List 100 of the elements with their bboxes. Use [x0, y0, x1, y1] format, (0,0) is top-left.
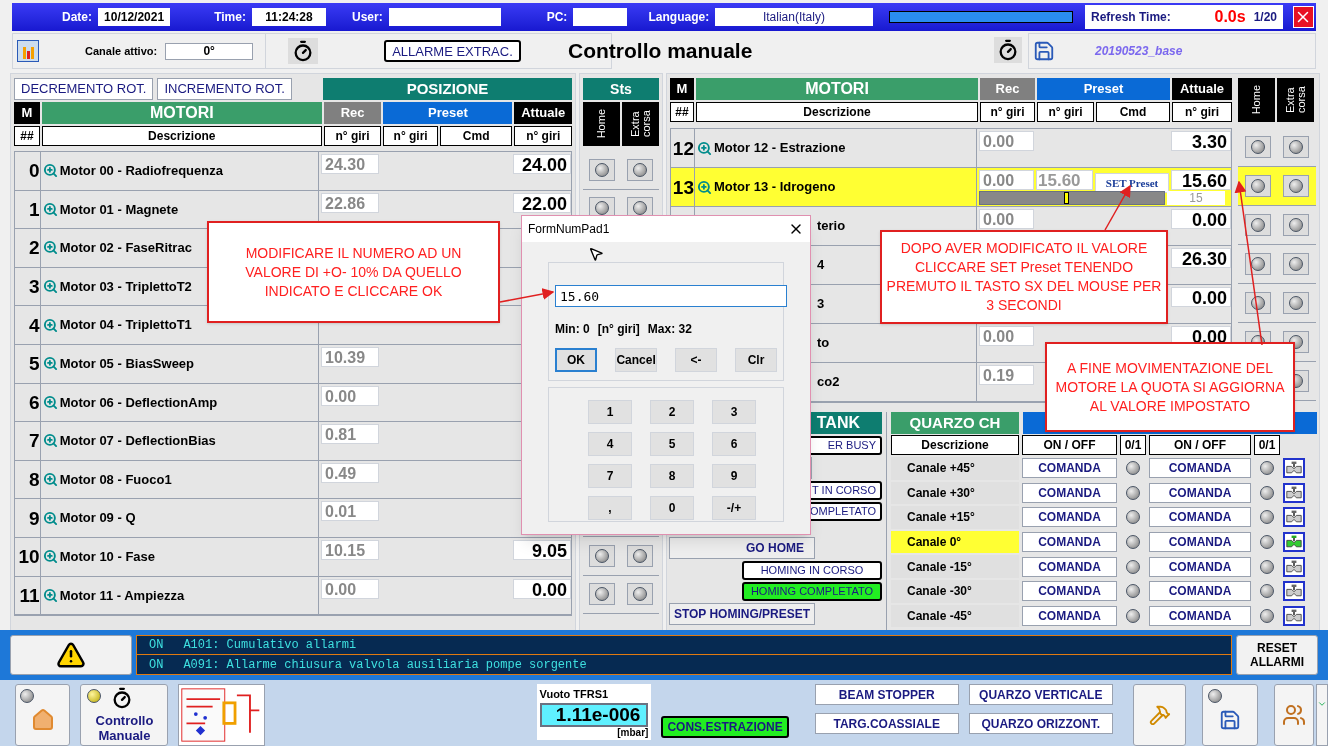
valve-icon[interactable]: [1283, 532, 1305, 553]
actual-value: 3.30: [1171, 131, 1231, 151]
vacuum-unit: [mbar]: [616, 726, 649, 738]
command-button[interactable]: COMANDA: [1022, 482, 1117, 503]
home-button[interactable]: [15, 684, 71, 746]
indicator-lamp-icon: [1289, 140, 1303, 154]
zoom-icon[interactable]: [697, 179, 712, 195]
command-button[interactable]: COMANDA: [1022, 532, 1117, 553]
rec-value: 0.00: [979, 170, 1034, 190]
time-label: Time:: [214, 9, 246, 26]
chart-button[interactable]: [17, 40, 39, 62]
zoom-icon[interactable]: [42, 587, 58, 603]
column-header: n° giri: [323, 126, 382, 146]
channel-label: Canale -45°: [891, 604, 1019, 628]
rotation-button[interactable]: INCREMENTO ROT.: [157, 78, 292, 100]
action-button[interactable]: STOP HOMING/PRESET: [669, 603, 815, 625]
zoom-icon[interactable]: [697, 140, 712, 156]
save-button[interactable]: [1202, 684, 1258, 746]
indicator-lamp-icon: [1251, 257, 1265, 271]
command-button[interactable]: COMANDA: [1149, 458, 1251, 479]
keypad-key[interactable]: 8: [650, 464, 694, 488]
valve-icon[interactable]: [1283, 556, 1305, 577]
column-header: 0/1: [1120, 435, 1146, 455]
command-button[interactable]: COMANDA: [1149, 605, 1251, 626]
pc-field[interactable]: [573, 8, 627, 26]
save-icon[interactable]: [1033, 40, 1055, 62]
layout-thumbnail-drawing[interactable]: [178, 684, 265, 746]
zoom-icon[interactable]: [42, 163, 58, 179]
valve-icon[interactable]: [1283, 605, 1305, 626]
dropdown-button[interactable]: [1316, 684, 1328, 746]
language-field[interactable]: Italian(Italy): [715, 8, 873, 26]
indicator-lamp-icon: [1126, 559, 1140, 574]
preset-slider[interactable]: [979, 191, 1165, 205]
command-button[interactable]: COMANDA: [1149, 532, 1251, 553]
valve-icon[interactable]: [1283, 581, 1305, 602]
navigation-button[interactable]: QUARZO VERTICALE: [968, 684, 1113, 705]
tools-button[interactable]: [1132, 684, 1187, 746]
column-header: n° giri: [980, 102, 1035, 122]
keypad-key[interactable]: ,: [588, 496, 632, 520]
zoom-icon[interactable]: [42, 279, 58, 295]
motor-name: co2: [817, 373, 840, 392]
dialog-button[interactable]: <-: [675, 348, 717, 372]
motor-name: Motor 05 - BiasSweep: [59, 355, 195, 373]
valve-icon[interactable]: [1283, 507, 1305, 528]
navigation-button[interactable]: BEAM STOPPER: [814, 684, 959, 705]
alarm-extraction-button[interactable]: ALLARME EXTRAC.: [384, 40, 521, 62]
command-button[interactable]: COMANDA: [1149, 556, 1251, 577]
zoom-icon[interactable]: [42, 394, 58, 410]
rotation-button[interactable]: DECREMENTO ROT.: [14, 78, 154, 100]
stopwatch-button[interactable]: [994, 37, 1022, 63]
reset-alarms-button[interactable]: RESET ALLARMI: [1236, 635, 1318, 675]
zoom-icon[interactable]: [42, 201, 58, 217]
keypad-key[interactable]: 4: [588, 432, 632, 456]
zoom-icon[interactable]: [42, 510, 58, 526]
keypad-key[interactable]: 7: [588, 464, 632, 488]
command-button[interactable]: COMANDA: [1022, 556, 1117, 577]
indicator-lamp-icon: [633, 548, 647, 563]
valve-icon[interactable]: [1283, 458, 1305, 479]
slider-thumb[interactable]: [1064, 192, 1070, 204]
dialog-button[interactable]: Clr: [735, 348, 777, 372]
keypad-key[interactable]: 0: [650, 496, 694, 520]
keypad-key[interactable]: 3: [712, 400, 756, 424]
keypad-key[interactable]: 6: [712, 432, 756, 456]
stopwatch-button[interactable]: [288, 38, 319, 64]
column-header: Rec: [323, 102, 382, 124]
command-button[interactable]: COMANDA: [1022, 581, 1117, 602]
command-button[interactable]: COMANDA: [1022, 605, 1117, 626]
channel-label: Canale attivo:: [85, 43, 158, 59]
keypad-key[interactable]: 1: [588, 400, 632, 424]
user-field[interactable]: [388, 8, 501, 26]
action-button[interactable]: GO HOME: [669, 537, 815, 559]
navigation-button[interactable]: QUARZO ORIZZONT.: [968, 713, 1113, 734]
actual-value: 0.00: [1171, 287, 1231, 307]
motor-name: Motor 03 - TriplettoT2: [59, 277, 192, 296]
number-input[interactable]: 15.60: [555, 285, 787, 307]
keypad-key[interactable]: 2: [650, 400, 694, 424]
warning-icon: [56, 640, 86, 670]
zoom-icon[interactable]: [42, 317, 58, 333]
zoom-icon[interactable]: [42, 356, 58, 372]
users-button[interactable]: [1273, 684, 1314, 746]
zoom-icon[interactable]: [42, 433, 58, 449]
indicator-lamp-icon: [595, 587, 609, 602]
motor-name: Motor 12 - Estrazione: [714, 139, 846, 158]
zoom-icon[interactable]: [42, 472, 58, 488]
command-button[interactable]: COMANDA: [1149, 581, 1251, 602]
keypad-key[interactable]: -/+: [712, 496, 756, 520]
zoom-icon[interactable]: [42, 240, 58, 256]
zoom-icon[interactable]: [42, 549, 58, 565]
keypad-key[interactable]: 5: [650, 432, 694, 456]
alarm-button[interactable]: [10, 635, 132, 675]
navigation-button[interactable]: TARG.COASSIALE: [814, 713, 959, 734]
dialog-button[interactable]: Cancel: [615, 348, 658, 372]
command-button[interactable]: COMANDA: [1149, 507, 1251, 528]
manual-control-button[interactable]: Controllo Manuale: [80, 684, 169, 746]
command-button[interactable]: COMANDA: [1149, 482, 1251, 503]
command-button[interactable]: COMANDA: [1022, 458, 1117, 479]
command-button[interactable]: COMANDA: [1022, 507, 1117, 528]
keypad-key[interactable]: 9: [712, 464, 756, 488]
valve-icon[interactable]: [1283, 482, 1305, 503]
dialog-button[interactable]: OK: [555, 348, 598, 372]
